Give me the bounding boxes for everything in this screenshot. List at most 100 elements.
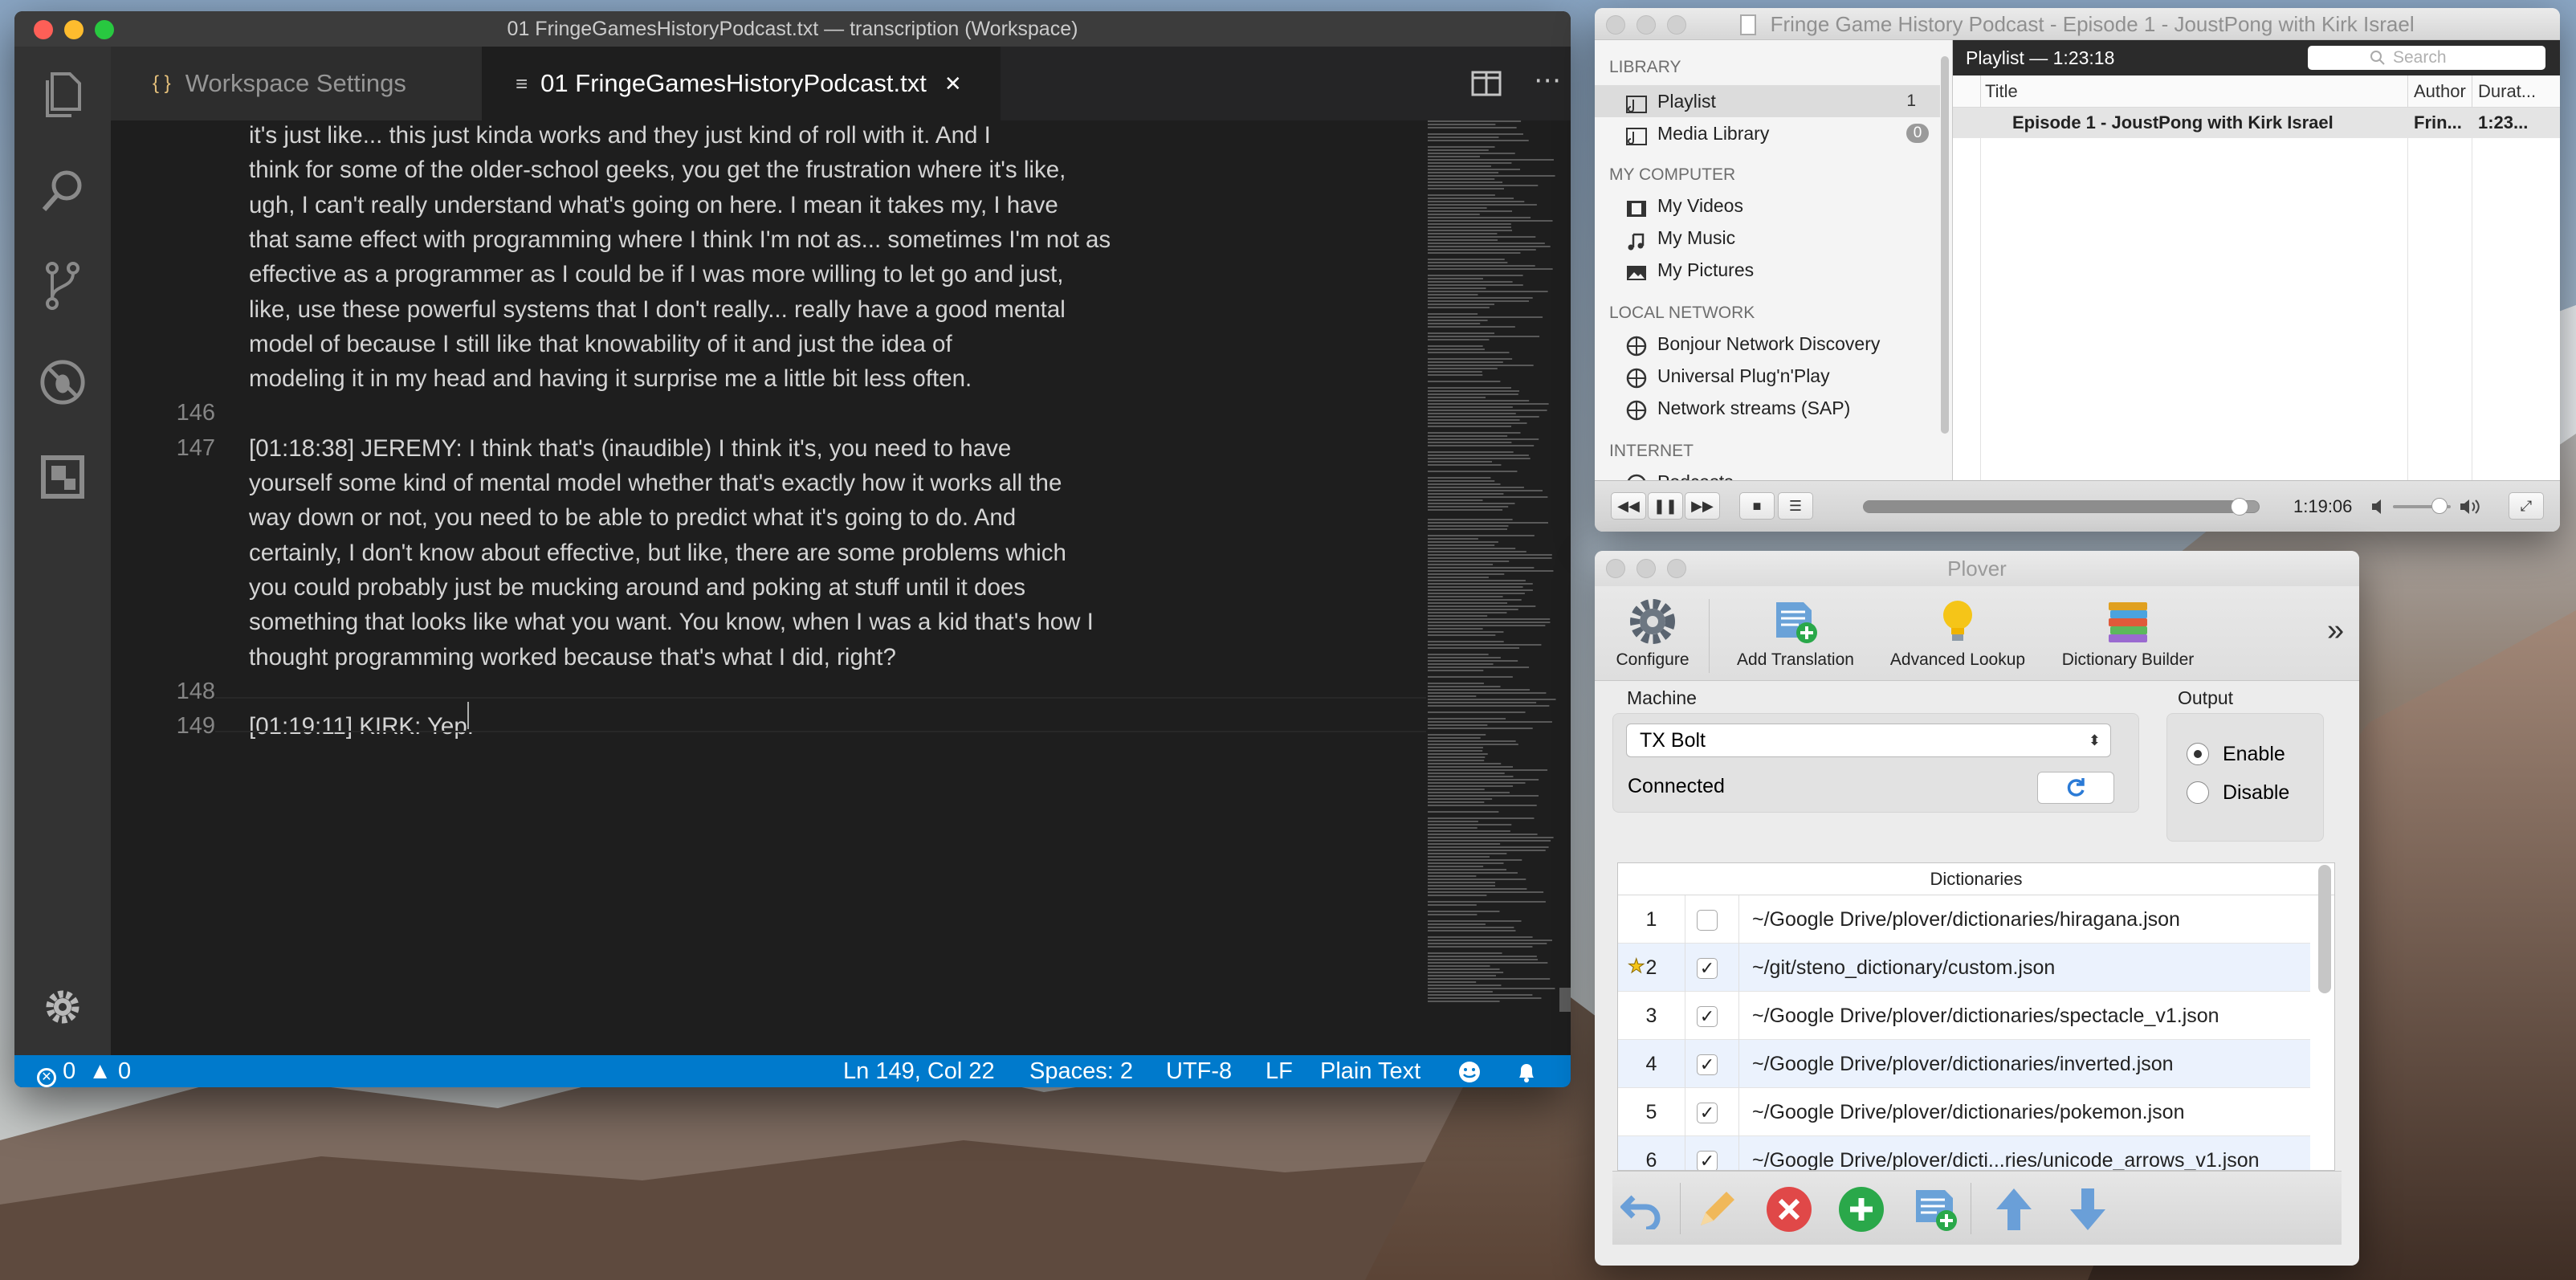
pause-button[interactable]: ❚❚ <box>1648 492 1683 520</box>
sidebar-scrollbar[interactable] <box>1941 56 1949 434</box>
minimap-row <box>1428 660 1518 662</box>
move-up-button[interactable] <box>1988 1184 2040 1234</box>
close-window-button[interactable] <box>1606 15 1625 35</box>
sidebar-item-podcasts[interactable]: Podcasts <box>1595 466 1940 480</box>
fast-forward-button[interactable]: ▶▶ <box>1685 492 1720 520</box>
undo-button[interactable] <box>1617 1184 1669 1234</box>
dictionary-enabled-checkbox[interactable]: ✓ <box>1697 1054 1718 1075</box>
cursor-position[interactable]: Ln 149, Col 22 <box>843 1055 995 1087</box>
minimap-row <box>1428 503 1515 504</box>
sidebar-item-media-library[interactable]: Media Library 0 <box>1595 117 1940 149</box>
indentation[interactable]: Spaces: 2 <box>1029 1055 1133 1087</box>
editor-area[interactable]: it's just like... this just kinda works … <box>111 120 1571 1055</box>
rewind-button[interactable]: ◀◀ <box>1611 492 1646 520</box>
dictionary-builder-button[interactable]: Dictionary Builder <box>2046 586 2210 681</box>
debug-icon[interactable] <box>39 358 87 406</box>
minimap-row <box>1428 236 1536 238</box>
stop-button[interactable]: ■ <box>1739 492 1775 520</box>
close-tab-icon[interactable]: ✕ <box>944 71 962 96</box>
dictionary-enabled-checkbox[interactable]: ✓ <box>1697 1103 1718 1123</box>
seek-knob[interactable] <box>2230 498 2248 516</box>
new-dictionary-button[interactable] <box>1910 1184 1961 1234</box>
output-enable-radio[interactable]: Enable <box>2187 741 2285 767</box>
remove-dictionary-button[interactable] <box>1763 1184 1815 1234</box>
settings-gear-icon[interactable] <box>39 983 87 1031</box>
dictionary-row[interactable]: 6 ✓ ~/Google Drive/plover/dicti...ries/uni… <box>1618 1136 2310 1170</box>
sidebar-item-my-music[interactable]: My Music <box>1595 222 1940 254</box>
end-of-line[interactable]: LF <box>1266 1055 1293 1087</box>
minimize-window-button[interactable] <box>1636 559 1656 578</box>
notifications-bell-icon[interactable] <box>1514 1060 1539 1084</box>
minimap-row <box>1428 165 1491 167</box>
minimap[interactable] <box>1426 120 1559 1012</box>
dictionary-row[interactable]: 2 ★ ✓ ~/git/steno_dictionary/custom.json <box>1618 944 2310 992</box>
reconnect-button[interactable] <box>2037 772 2114 804</box>
vertical-scrollbar-thumb[interactable] <box>1559 988 1571 1012</box>
playlist-header-bar: Playlist — 1:23:18 Search <box>1953 40 2560 75</box>
editor-line-text: something that looks like what you want.… <box>249 609 1094 636</box>
sidebar-item-my-videos[interactable]: My Videos <box>1595 190 1940 222</box>
close-window-button[interactable] <box>34 20 53 39</box>
sidebar-item-bonjour[interactable]: Bonjour Network Discovery <box>1595 328 1940 360</box>
problems-indicator[interactable]: ✕ 0 ▲ 0 <box>37 1055 131 1087</box>
volume-slider[interactable] <box>2393 498 2451 514</box>
minimap-row <box>1428 956 1537 957</box>
minimap-row <box>1428 984 1502 986</box>
source-control-icon[interactable] <box>39 262 87 310</box>
zoom-window-button[interactable] <box>1667 15 1686 35</box>
zoom-window-button[interactable] <box>1667 559 1686 578</box>
advanced-lookup-button[interactable]: Advanced Lookup <box>1879 586 2036 681</box>
dictionary-row[interactable]: 3 ✓ ~/Google Drive/plover/dictionaries/spe… <box>1618 992 2310 1040</box>
sidebar-item-upnp[interactable]: Universal Plug'n'Play <box>1595 360 1940 392</box>
dictionary-row[interactable]: 5 ✓ ~/Google Drive/plover/dictionaries/pok… <box>1618 1088 2310 1136</box>
sidebar-item-playlist[interactable]: Playlist 1 <box>1595 85 1940 117</box>
sidebar-item-my-pictures[interactable]: My Pictures <box>1595 254 1940 286</box>
minimize-window-button[interactable] <box>64 20 84 39</box>
volume-knob[interactable] <box>2431 498 2448 514</box>
dictionary-enabled-checkbox[interactable] <box>1697 910 1718 931</box>
search-icon[interactable] <box>39 167 87 215</box>
fullscreen-button[interactable]: ⤢ <box>2509 492 2544 520</box>
machine-select[interactable]: TX Bolt ⬍ <box>1626 724 2111 757</box>
dictionary-row[interactable]: 1 ~/Google Drive/plover/dictionaries/hira… <box>1618 895 2310 944</box>
language-mode[interactable]: Plain Text <box>1320 1055 1420 1087</box>
playlist-toggle-button[interactable]: ☰ <box>1778 492 1813 520</box>
dictionary-enabled-checkbox[interactable]: ✓ <box>1697 1151 1718 1170</box>
explorer-icon[interactable] <box>39 71 87 119</box>
playlist-search-field[interactable]: Search <box>2308 46 2545 70</box>
minimap-row <box>1428 882 1496 883</box>
column-duration[interactable]: Durat... <box>2478 75 2536 108</box>
playlist-row[interactable]: Episode 1 - JoustPong with Kirk Israel F… <box>1953 108 2560 138</box>
undo-arrow-icon <box>1620 1195 1661 1229</box>
column-author[interactable]: Author <box>2414 75 2466 108</box>
volume-low-icon[interactable] <box>2370 497 2385 520</box>
minimize-window-button[interactable] <box>1636 15 1656 35</box>
dictionary-row[interactable]: 4 ✓ ~/Google Drive/plover/dictionaries/inv… <box>1618 1040 2310 1088</box>
toolbar-overflow-chevron-icon[interactable]: » <box>2327 614 2344 648</box>
column-title[interactable]: Title <box>1985 75 2018 108</box>
close-window-button[interactable] <box>1606 559 1625 578</box>
move-down-button[interactable] <box>2062 1184 2113 1234</box>
edit-dictionary-button[interactable] <box>1691 1184 1742 1234</box>
add-translation-button[interactable]: Add Translation <box>1720 586 1871 681</box>
minimap-row <box>1428 339 1490 340</box>
dictionary-enabled-checkbox[interactable]: ✓ <box>1697 958 1718 979</box>
add-dictionary-button[interactable] <box>1836 1184 1887 1234</box>
zoom-window-button[interactable] <box>95 20 114 39</box>
minimap-row <box>1428 721 1552 723</box>
extensions-icon[interactable] <box>39 453 87 501</box>
sidebar-item-sap-streams[interactable]: Network streams (SAP) <box>1595 392 1940 424</box>
dictionary-enabled-checkbox[interactable]: ✓ <box>1697 1006 1718 1027</box>
seek-bar[interactable] <box>1863 498 2260 516</box>
minimap-row <box>1428 920 1522 922</box>
split-editor-icon[interactable] <box>1471 71 1502 96</box>
encoding[interactable]: UTF-8 <box>1166 1055 1232 1087</box>
feedback-smiley-icon[interactable] <box>1457 1060 1482 1084</box>
more-actions-icon[interactable]: ⋯ <box>1534 67 1563 96</box>
output-disable-radio[interactable]: Disable <box>2187 780 2289 805</box>
tab-fringe-games-history-podcast[interactable]: ≡ 01 FringeGamesHistoryPodcast.txt ✕ <box>482 47 1001 120</box>
volume-high-icon[interactable] <box>2459 497 2481 520</box>
dictionaries-scrollbar[interactable] <box>2318 865 2331 993</box>
configure-button[interactable]: Configure <box>1603 586 1702 681</box>
tab-workspace-settings[interactable]: { } Workspace Settings <box>111 47 482 120</box>
